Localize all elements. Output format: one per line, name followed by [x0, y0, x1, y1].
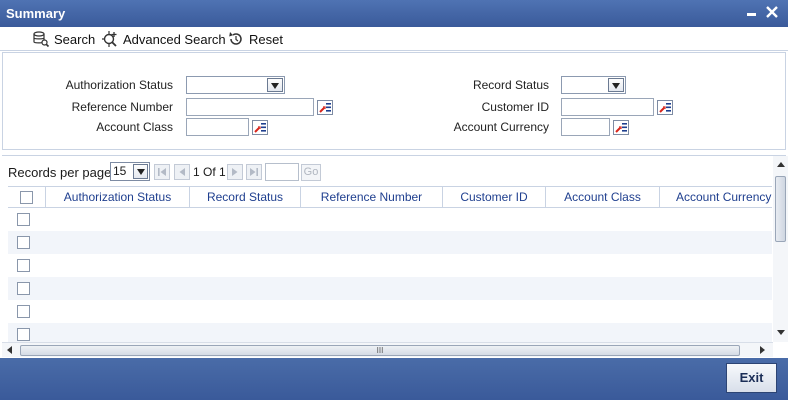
account-class-input[interactable] [186, 118, 249, 136]
row-checkbox[interactable] [17, 236, 30, 249]
next-page-button[interactable] [227, 164, 243, 180]
next-page-icon [232, 168, 238, 176]
search-criteria-panel: Authorization Status Reference Number Ac… [2, 52, 786, 150]
account-currency-label: Account Currency [453, 120, 549, 134]
reset-button-label: Reset [249, 31, 283, 47]
database-search-icon [32, 30, 50, 48]
scroll-down-icon[interactable] [777, 330, 785, 335]
customer-id-lov-button[interactable] [657, 100, 673, 115]
select-all-checkbox[interactable] [20, 191, 33, 204]
record-status-label: Record Status [472, 78, 549, 92]
records-per-page-select[interactable]: 15 [110, 162, 150, 181]
chevron-down-icon [133, 164, 148, 179]
records-per-page-label: Records per page [8, 165, 112, 180]
vertical-scroll-thumb[interactable] [775, 176, 786, 242]
pagination-bar: Records per page 15 1 Of 1 Go [2, 156, 772, 186]
table-row [8, 231, 772, 254]
toolbar: Search Advanced Search Reset [0, 27, 788, 51]
close-icon[interactable] [763, 3, 781, 21]
horizontal-scrollbar[interactable]: III [2, 342, 773, 357]
chevron-down-icon [267, 78, 283, 92]
column-header-account-class[interactable]: Account Class [546, 187, 660, 207]
advanced-search-button-label: Advanced Search [123, 31, 226, 47]
search-button-label: Search [54, 31, 96, 47]
customer-id-input[interactable] [561, 98, 654, 116]
advanced-search-button[interactable]: Advanced Search [101, 29, 226, 49]
horizontal-scroll-thumb[interactable]: III [20, 345, 740, 356]
table-row [8, 323, 772, 342]
first-page-button[interactable] [154, 164, 170, 180]
row-checkbox[interactable] [17, 328, 30, 341]
list-of-values-icon [319, 103, 331, 113]
column-header-reference-number[interactable]: Reference Number [301, 187, 443, 207]
results-grid: Records per page 15 1 Of 1 Go Authorizat… [2, 155, 788, 357]
row-checkbox[interactable] [17, 305, 30, 318]
column-header-account-currency[interactable]: Account Currency [660, 187, 772, 207]
authorization-status-select[interactable] [186, 76, 285, 94]
list-of-values-icon [254, 123, 266, 133]
row-checkbox[interactable] [17, 213, 30, 226]
page-indicator: 1 Of 1 [193, 165, 226, 179]
column-header-authorization-status[interactable]: Authorization Status [46, 187, 190, 207]
list-of-values-icon [615, 123, 627, 133]
account-class-label: Account Class [96, 120, 173, 134]
advanced-search-icon [101, 30, 119, 48]
table-body [8, 208, 772, 342]
reset-button[interactable]: Reset [227, 29, 283, 49]
table-header: Authorization Status Record Status Refer… [8, 186, 772, 208]
first-page-icon [158, 168, 166, 176]
records-per-page-value: 15 [113, 164, 127, 178]
go-button[interactable]: Go [301, 164, 321, 181]
last-page-button[interactable] [246, 164, 262, 180]
column-header-record-status[interactable]: Record Status [190, 187, 301, 207]
account-currency-lov-button[interactable] [613, 120, 629, 135]
exit-button[interactable]: Exit [726, 363, 777, 393]
page-number-input[interactable] [265, 163, 299, 181]
row-checkbox[interactable] [17, 282, 30, 295]
title-bar: Summary [0, 0, 788, 27]
select-all-header [8, 187, 46, 207]
column-header-customer-id[interactable]: Customer ID [443, 187, 546, 207]
account-currency-input[interactable] [561, 118, 610, 136]
previous-page-button[interactable] [174, 164, 190, 180]
last-page-icon [250, 168, 258, 176]
reference-number-input[interactable] [186, 98, 314, 116]
table-row [8, 277, 772, 300]
reference-number-label: Reference Number [71, 100, 173, 114]
row-checkbox[interactable] [17, 259, 30, 272]
scroll-right-icon[interactable] [760, 346, 765, 354]
chevron-down-icon [608, 78, 624, 92]
vertical-scrollbar[interactable] [773, 156, 788, 342]
reset-icon [227, 30, 245, 48]
reference-number-lov-button[interactable] [317, 100, 333, 115]
search-button[interactable]: Search [32, 29, 95, 49]
table-row [8, 300, 772, 323]
record-status-select[interactable] [561, 76, 626, 94]
scroll-left-icon[interactable] [7, 346, 12, 354]
window-title: Summary [6, 6, 66, 21]
authorization-status-label: Authorization Status [65, 78, 173, 92]
footer-bar: Exit [0, 358, 788, 400]
customer-id-label: Customer ID [481, 100, 549, 114]
account-class-lov-button[interactable] [252, 120, 268, 135]
previous-page-icon [179, 168, 185, 176]
scroll-up-icon[interactable] [777, 162, 785, 167]
minimize-icon[interactable] [743, 3, 761, 21]
list-of-values-icon [659, 103, 671, 113]
table-row [8, 208, 772, 231]
table-row [8, 254, 772, 277]
